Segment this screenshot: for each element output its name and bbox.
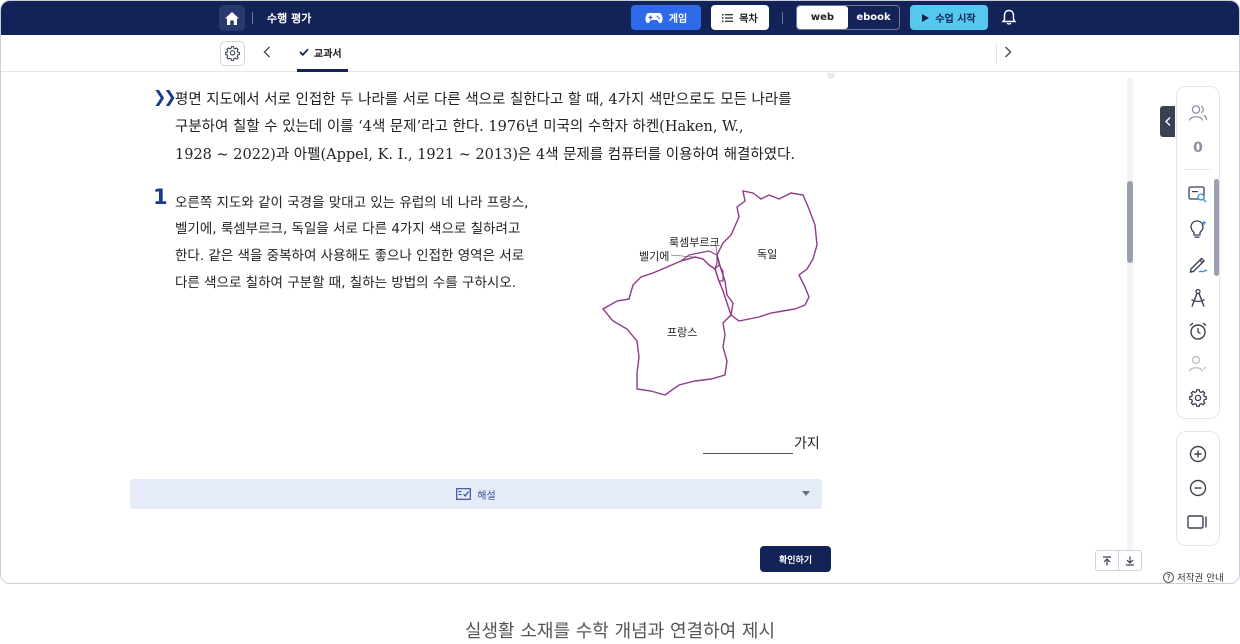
content-scrollbar-thumb[interactable] (1127, 181, 1133, 263)
chevron-right-icon (1004, 46, 1012, 58)
lightbulb-icon (1190, 220, 1207, 238)
answer-input[interactable] (703, 453, 793, 454)
caret-down-icon (802, 491, 810, 496)
bell-icon (1001, 9, 1017, 25)
rail-scrollbar[interactable] (1214, 179, 1219, 276)
chevron-left-icon (263, 46, 271, 58)
game-button-label: 게임 (668, 14, 688, 25)
scroll-top-button[interactable] (1096, 551, 1119, 570)
settings-button[interactable] (220, 41, 245, 66)
collapse-rail-button[interactable] (1160, 106, 1175, 137)
gear-icon (225, 46, 240, 61)
view-ebook-option[interactable]: ebook (848, 6, 899, 29)
gamepad-icon (645, 12, 663, 23)
page-title: 수행 평가 (267, 12, 312, 25)
compass-icon (1191, 288, 1205, 307)
compass-button[interactable] (1186, 286, 1210, 310)
copyright-link[interactable]: ? 저작권 안내 (1163, 570, 1224, 584)
zoom-in-button[interactable] (1186, 442, 1210, 466)
toc-button-label: 목차 (739, 14, 758, 25)
start-class-button[interactable]: 수업 시작 (910, 5, 988, 30)
view-web-option[interactable]: web (797, 6, 848, 29)
question-line: 다른 색으로 칠하여 구분할 때, 칠하는 방법의 수를 구하시오. (175, 275, 516, 291)
intro-line: 평면 지도에서 서로 인접한 두 나라를 서로 다른 색으로 칠한다고 할 때,… (175, 92, 792, 108)
toc-button[interactable]: 목차 (711, 5, 769, 30)
tab-textbook-label: 교과서 (314, 48, 342, 60)
map-label-luxembourg: 룩셈부르크 (669, 236, 720, 249)
hint-button[interactable] (1186, 217, 1210, 241)
map-label-germany: 독일 (757, 247, 777, 261)
intro-line: 1928 ~ 2022)과 아펠(Appel, K. I., 1921 ~ 20… (175, 147, 796, 163)
app-frame: 수행 평가 게임 목차 web ebook 수업 시작 교과서 ❯❯ 평면 지도… (0, 0, 1240, 584)
question-circle-icon: ? (1163, 571, 1174, 583)
home-button[interactable] (219, 5, 245, 31)
user-mode-button[interactable] (1186, 352, 1210, 376)
fit-screen-button[interactable] (1186, 510, 1210, 534)
question-line: 한다. 같은 색을 중복하여 사용해도 좋으나 인접한 영역은 서로 (175, 248, 525, 264)
header-divider (782, 12, 783, 24)
user-icon (1188, 355, 1207, 372)
intro-arrow-icon: ❯❯ (153, 87, 177, 106)
zoom-in-icon (1189, 445, 1207, 463)
caret-left-icon (1164, 117, 1170, 126)
belgium-region (680, 250, 718, 270)
explanation-toggle[interactable]: 해설 (130, 479, 822, 509)
search-board-icon (1188, 186, 1207, 203)
pen-icon (1189, 257, 1208, 273)
question-line: 벨기에, 룩셈부르크, 독일을 서로 다른 4가지 색으로 칠하려고 (175, 221, 521, 237)
participants-button[interactable] (1186, 101, 1210, 125)
gear-icon (1189, 389, 1207, 407)
pen-button[interactable] (1186, 252, 1210, 276)
play-icon (922, 13, 930, 22)
copyright-label: 저작권 안내 (1177, 573, 1224, 584)
game-button[interactable]: 게임 (631, 5, 701, 30)
view-mode-toggle: web ebook (796, 5, 900, 30)
fit-screen-icon (1187, 515, 1207, 529)
board-button[interactable] (1186, 183, 1210, 207)
arrow-down-icon (1126, 556, 1134, 566)
zoom-out-icon (1189, 479, 1207, 497)
question-number: 1 (153, 185, 168, 209)
intro-line: 구분하여 칠할 수 있는데 이를 ‘4색 문제’라고 한다. 1976년 미국의… (175, 119, 744, 135)
header-divider (252, 12, 253, 24)
question-line: 오른쪽 지도와 같이 국경을 맞대고 있는 유럽의 네 나라 프랑스, (175, 195, 529, 211)
start-class-label: 수업 시작 (935, 14, 976, 25)
explanation-icon (456, 488, 472, 500)
map-label-belgium: 벨기에 (639, 250, 669, 263)
notification-button[interactable] (1001, 9, 1017, 30)
next-page-button[interactable] (1004, 46, 1012, 62)
zoom-out-button[interactable] (1186, 476, 1210, 500)
explanation-label: 해설 (477, 490, 496, 502)
map-label-france: 프랑스 (667, 326, 697, 339)
europe-map: 룩셈부르크 벨기에 독일 프랑스 (601, 190, 818, 396)
arrow-up-icon (1103, 555, 1111, 565)
timer-button[interactable] (1186, 319, 1210, 343)
participant-count: 0 (1193, 140, 1203, 156)
sub-navigation-bar: 교과서 (1, 35, 1239, 72)
scroll-buttons (1095, 550, 1142, 571)
answer-unit: 가지 (794, 436, 820, 452)
tab-textbook[interactable]: 교과서 (297, 35, 348, 72)
home-icon (225, 11, 239, 25)
top-bar: 수행 평가 게임 목차 web ebook 수업 시작 (1, 1, 1239, 35)
rail-settings-button[interactable] (1186, 386, 1210, 410)
rail-divider (1185, 169, 1211, 170)
page-caption: 실생활 소재를 수학 개념과 연결하여 제시 (464, 621, 776, 642)
scroll-bottom-button[interactable] (1119, 551, 1141, 570)
alarm-clock-icon (1189, 322, 1207, 340)
sub-divider (996, 43, 997, 63)
content-top-marker (827, 73, 835, 79)
users-icon (1188, 105, 1208, 121)
prev-page-button[interactable] (263, 46, 271, 62)
content-scrollbar[interactable] (1127, 77, 1133, 567)
check-icon (299, 48, 309, 56)
list-icon (722, 13, 734, 22)
confirm-button[interactable]: 확인하기 (760, 546, 831, 572)
